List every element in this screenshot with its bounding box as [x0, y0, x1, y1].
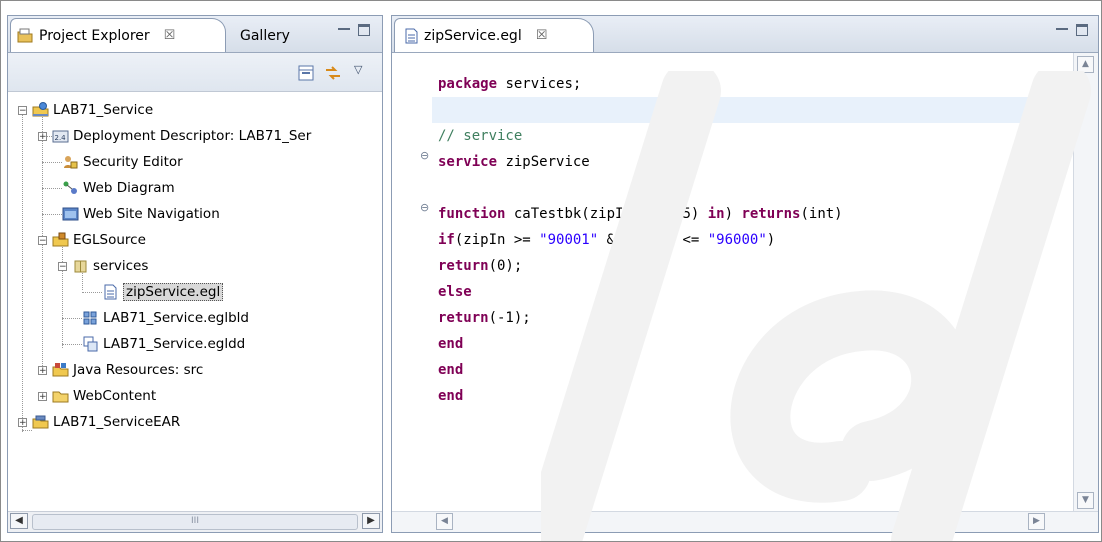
- web-diagram-icon: [62, 180, 79, 196]
- egl-file-icon: [102, 284, 119, 300]
- deployment-descriptor-icon: 2.4: [52, 128, 69, 144]
- editor-horizontal-scrollbar[interactable]: ◀ ▶: [392, 511, 1098, 532]
- code-line: service zipService: [438, 154, 590, 170]
- link-with-editor-icon[interactable]: [324, 64, 342, 86]
- tree-node-label: LAB71_ServiceEAR: [53, 414, 181, 430]
- web-project-icon: [32, 102, 49, 118]
- tree-node-label: Java Resources: src: [73, 362, 204, 378]
- scroll-left-icon[interactable]: ◀: [436, 513, 453, 530]
- package-icon: [72, 258, 89, 274]
- editor-tab-label: zipService.egl: [424, 27, 522, 44]
- code-editor[interactable]: package services; // service service zip…: [432, 53, 1074, 512]
- tree-node-security-editor[interactable]: Security Editor: [62, 152, 183, 172]
- tab-zipservice-egl[interactable]: zipService.egl ☒: [394, 18, 594, 52]
- tree-node-label: Web Site Navigation: [83, 206, 220, 222]
- collapse-all-icon[interactable]: [298, 65, 314, 85]
- fold-icon[interactable]: ⊖: [420, 201, 429, 214]
- tree-node-label: LAB71_Service.egldd: [103, 336, 246, 352]
- maximize-icon[interactable]: [1076, 24, 1088, 36]
- tab-gallery[interactable]: Gallery: [240, 25, 290, 47]
- tree-node-label: LAB71_Service: [53, 102, 154, 118]
- tree-node-egldd[interactable]: LAB71_Service.egldd: [82, 334, 245, 354]
- editor-gutter: ⊖ ⊖: [392, 53, 432, 512]
- tree-node-label: EGLSource: [73, 232, 146, 248]
- project-tree: − LAB71_Service + 2.4 Deployment Descrip…: [8, 92, 382, 512]
- close-icon[interactable]: ☒: [164, 28, 176, 43]
- ear-project-icon: [32, 414, 49, 430]
- scroll-thumb[interactable]: III: [32, 514, 358, 530]
- folder-icon: [52, 388, 69, 404]
- tree-node-label: Security Editor: [83, 154, 183, 170]
- tree-node-label: WebContent: [73, 388, 157, 404]
- workbench-window: Project Explorer ☒ Gallery ▽ − LAB71_Ser…: [0, 0, 1102, 542]
- tree-node-label: LAB71_Service.eglbld: [103, 310, 249, 326]
- tree-node-label: services: [93, 258, 149, 274]
- editor-window-controls: [1056, 24, 1088, 38]
- view-menu-icon[interactable]: ▽: [354, 63, 362, 76]
- close-icon[interactable]: ☒: [536, 28, 548, 43]
- tree-node-label: Deployment Descriptor: LAB71_Ser: [73, 128, 312, 144]
- code-line: package services;: [438, 76, 582, 92]
- code-line: return(0);: [438, 258, 523, 274]
- maximize-icon[interactable]: [358, 24, 370, 36]
- tree-node-java-resources[interactable]: Java Resources: src: [52, 360, 203, 380]
- tree-node-services[interactable]: services: [72, 256, 148, 276]
- build-descriptor-icon: [82, 310, 99, 326]
- tab-project-explorer[interactable]: Project Explorer ☒: [10, 18, 226, 52]
- tree-toggle[interactable]: −: [18, 106, 27, 116]
- tree-node-eglbld[interactable]: LAB71_Service.eglbld: [82, 308, 249, 328]
- tree-node-web-site-navigation[interactable]: Web Site Navigation: [62, 204, 220, 224]
- tab-gallery-label: Gallery: [240, 28, 290, 44]
- project-explorer-icon: [17, 28, 34, 44]
- java-resources-icon: [52, 362, 69, 378]
- tree-node-label: zipService.egl: [123, 283, 224, 301]
- tree-toggle[interactable]: +: [38, 132, 47, 142]
- code-line: if(zipIn >= "90001" && zipIn <= "96000"): [438, 232, 776, 248]
- code-line: end: [438, 388, 464, 404]
- security-editor-icon: [62, 154, 79, 170]
- horizontal-scrollbar[interactable]: ◀ III ▶: [8, 511, 382, 532]
- tree-node-zipservice-egl[interactable]: zipService.egl: [102, 282, 224, 302]
- view-window-controls: [338, 24, 370, 38]
- deployment-file-icon: [82, 336, 99, 352]
- scroll-down-icon[interactable]: ▼: [1077, 492, 1094, 509]
- tree-toggle[interactable]: +: [38, 392, 47, 402]
- scroll-left-icon[interactable]: ◀: [10, 513, 28, 529]
- tab-project-explorer-label: Project Explorer: [39, 27, 150, 44]
- project-explorer-view: Project Explorer ☒ Gallery ▽ − LAB71_Ser…: [7, 15, 383, 533]
- code-line: return(-1);: [438, 310, 531, 326]
- minimize-icon[interactable]: [338, 28, 350, 38]
- tree-node-lab71-serviceear[interactable]: LAB71_ServiceEAR: [32, 412, 180, 432]
- scroll-right-icon[interactable]: ▶: [362, 513, 380, 529]
- vertical-scrollbar[interactable]: ▲ ▼: [1073, 53, 1098, 512]
- editor-tabbar: zipService.egl ☒: [392, 16, 1098, 53]
- source-folder-icon: [52, 232, 69, 248]
- svg-text:2.4: 2.4: [55, 134, 67, 142]
- view-toolbar: ▽: [8, 53, 382, 92]
- code-line: function caTestbk(zipIn char(5) in) retu…: [438, 206, 843, 222]
- scroll-right-icon[interactable]: ▶: [1028, 513, 1045, 530]
- tree-toggle[interactable]: −: [38, 236, 47, 246]
- scroll-up-icon[interactable]: ▲: [1077, 56, 1094, 73]
- tree-node-web-diagram[interactable]: Web Diagram: [62, 178, 175, 198]
- tree-node-eglsource[interactable]: EGLSource: [52, 230, 146, 250]
- tree-toggle[interactable]: −: [58, 262, 67, 272]
- tree-node-deployment-descriptor[interactable]: 2.4 Deployment Descriptor: LAB71_Ser: [52, 126, 311, 146]
- tree-node-label: Web Diagram: [83, 180, 175, 196]
- fold-icon[interactable]: ⊖: [420, 149, 429, 162]
- tree-node-webcontent[interactable]: WebContent: [52, 386, 156, 406]
- egl-file-icon: [403, 28, 420, 44]
- editor-area: zipService.egl ☒ ⊖ ⊖ package services; /…: [391, 15, 1099, 533]
- code-line: end: [438, 336, 464, 352]
- minimize-icon[interactable]: [1056, 28, 1068, 38]
- tree-node-lab71-service[interactable]: LAB71_Service: [32, 100, 153, 120]
- current-line-highlight: [432, 97, 1074, 123]
- code-line: end: [438, 362, 464, 378]
- code-line: else: [438, 284, 472, 300]
- tree-toggle[interactable]: +: [18, 418, 27, 428]
- code-line: // service: [438, 128, 523, 144]
- web-site-navigation-icon: [62, 206, 79, 222]
- project-explorer-tabbar: Project Explorer ☒ Gallery: [8, 16, 382, 53]
- tree-toggle[interactable]: +: [38, 366, 47, 376]
